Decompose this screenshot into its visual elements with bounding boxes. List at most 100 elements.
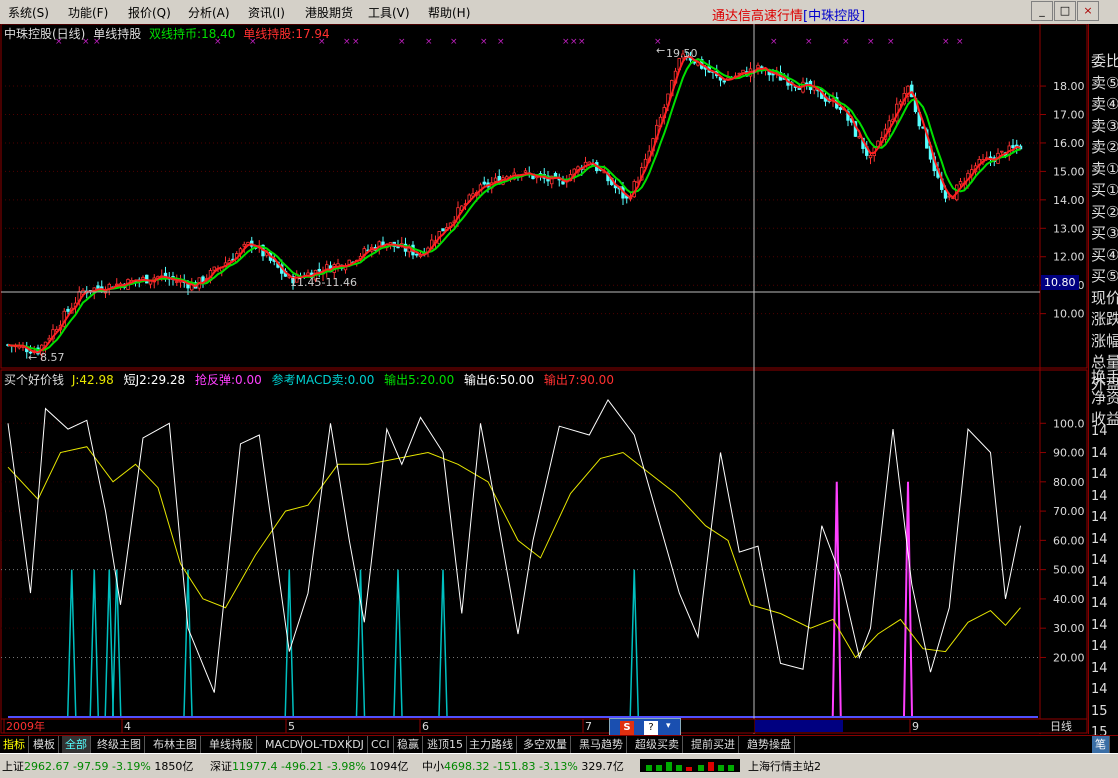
period-label[interactable]: 日线 <box>1050 719 1072 733</box>
indicator-tab[interactable]: CCI <box>368 736 394 753</box>
candle-body <box>415 253 419 256</box>
candle-body <box>66 308 70 312</box>
indicator-tab[interactable]: 多空双量 <box>520 736 571 753</box>
dual-line-series <box>7 58 1021 352</box>
signal-marker: × <box>497 37 505 47</box>
signal-marker: × <box>450 37 458 47</box>
indicator-tab[interactable]: KDJ <box>342 736 368 753</box>
x-axis-label: 4 <box>124 720 131 733</box>
candle-body <box>898 101 903 105</box>
indicator-tab[interactable]: 终级主图 <box>94 736 145 753</box>
signal-marker: × <box>425 37 433 47</box>
signal-marker: × <box>942 37 950 47</box>
signal-marker: × <box>578 37 586 47</box>
indicator-tab[interactable]: 单线持股 <box>206 736 257 753</box>
quote-field: 卖① <box>1091 159 1118 178</box>
x-axis-label: 9 <box>912 720 919 733</box>
indicator-tab[interactable]: 模板 <box>30 736 59 753</box>
quote-field: 买⑤ <box>1091 267 1118 285</box>
cyan-spike <box>89 569 99 717</box>
indicator-tab[interactable]: VOL-TDX <box>294 736 349 753</box>
main-tick-label: 12.00 <box>1053 251 1085 264</box>
candle-body <box>868 155 873 159</box>
main-tick-label: 15.00 <box>1053 165 1085 178</box>
main-chart-header: 中珠控股(日线) 单线持股 双线持币:18.40 单线持股:17.94 <box>4 26 330 41</box>
magenta-spike <box>903 481 913 717</box>
quote-field: 涨跌 <box>1091 310 1118 328</box>
indicator-tab[interactable]: 超级买卖 <box>632 736 683 753</box>
close-button[interactable]: × <box>1077 1 1099 21</box>
signal-marker: × <box>480 37 488 47</box>
chevron-down-icon[interactable]: ▾ <box>666 721 671 731</box>
server-name[interactable]: 上海行情主站2 <box>748 758 821 774</box>
indicator-tab[interactable]: 趋势操盘 <box>744 736 795 753</box>
window-buttons: _ □ × <box>1030 1 1099 21</box>
quote-value: 14 <box>1091 553 1108 568</box>
zx-label: 中小 <box>422 760 444 773</box>
menu-function[interactable]: 功能(F) <box>68 4 108 21</box>
j-line <box>7 398 1021 693</box>
macd-sell-value: 参考MACD卖:0.00 <box>272 372 375 387</box>
indicator-tab[interactable]: 指标 <box>0 736 29 753</box>
chart-svg: 18.0017.0016.0015.0014.0013.0012.0011.00… <box>0 24 1088 734</box>
indicator-tab[interactable]: 主力路线 <box>466 736 517 753</box>
cyan-spike <box>629 569 639 717</box>
sz-amount: 1094亿 <box>369 760 409 773</box>
quote-field: 买③ <box>1091 224 1118 242</box>
indicator-tab[interactable]: 布林主图 <box>150 736 201 753</box>
menu-info[interactable]: 资讯(I) <box>248 4 285 21</box>
main-stock-name: 中珠控股(日线) <box>4 26 85 41</box>
sogou-icon[interactable]: S <box>620 721 634 735</box>
quote-field: 净资 <box>1091 389 1118 407</box>
chart-area[interactable]: 18.0017.0016.0015.0014.0013.0012.0011.00… <box>0 24 1088 734</box>
quote-panel: 委比 卖⑤ 卖④ 卖③ 卖② 卖① 买① 买② 买③ 买④ 买⑤ 现价 涨跌 涨幅 总量 外盘 换手 净资 收益 14… <box>1088 24 1118 740</box>
indicator-tab[interactable]: 黑马趋势 <box>576 736 627 753</box>
single-line-label: 单线持股:17.94 <box>243 26 329 41</box>
sz-change: -496.21 <box>281 760 324 773</box>
j2-value: 短J2:29.28 <box>124 373 186 387</box>
candle-body <box>145 274 149 284</box>
quote-field: 卖④ <box>1091 95 1118 113</box>
cyan-spike <box>67 569 77 717</box>
sub-grid: 100.0 90.00 80.00 70.00 60.00 50.00 40.00 30.00… <box>1 417 1085 664</box>
indicator-tab-bar: 指标 模板 全部 终级主图 布林主图 单线持股 MACD VOL-TDX KDJ CCI 稳赢 逃顶1… <box>0 735 1118 754</box>
signal-marker: × <box>956 37 964 47</box>
signal-marker: × <box>562 37 570 47</box>
signal-marker: × <box>352 37 360 47</box>
quote-value: 14 <box>1091 445 1108 461</box>
indicator-tab[interactable]: 提前买进 <box>688 736 739 753</box>
candle-body <box>1011 145 1015 148</box>
indicator-tab[interactable]: 稳赢 <box>394 736 423 753</box>
help-icon[interactable]: ? <box>644 721 658 735</box>
sub-tick-label: 60.00 <box>1053 534 1085 547</box>
menu-analysis[interactable]: 分析(A) <box>188 4 230 21</box>
minimize-button[interactable]: _ <box>1031 1 1053 21</box>
sub-tick-label: 80.00 <box>1053 476 1085 489</box>
sz-pct: -3.98% <box>326 760 366 773</box>
menu-tools[interactable]: 工具(V) <box>368 4 410 21</box>
j-value: J:42.98 <box>71 373 114 387</box>
main-tick-label: 14.00 <box>1053 194 1085 207</box>
menu-quote[interactable]: 报价(Q) <box>128 4 171 21</box>
sub-tick-label: 30.00 <box>1053 622 1085 635</box>
sh-pct: -3.19% <box>111 760 151 773</box>
menu-system[interactable]: 系统(S) <box>8 4 49 21</box>
sub-chart-frame <box>0 369 1088 720</box>
indicator-tab[interactable]: 全部 <box>62 736 91 753</box>
candle-body <box>797 87 801 90</box>
menu-help[interactable]: 帮助(H) <box>428 4 470 21</box>
quote-value: 15 <box>1091 703 1108 719</box>
app-title: 通达信高速行情[中珠控股] <box>712 5 865 24</box>
menu-hk-futures[interactable]: 港股期货 <box>305 4 353 21</box>
quote-value: 14 <box>1091 660 1108 676</box>
candle-body <box>857 136 861 139</box>
quote-value: 14 <box>1091 424 1108 439</box>
indicator-tab[interactable]: 逃顶15 <box>424 736 467 753</box>
quote-value: 14 <box>1091 682 1108 697</box>
maximize-button[interactable]: □ <box>1054 1 1076 21</box>
sub-tick-label: 100.0 <box>1053 417 1085 430</box>
signal-marker: × <box>867 37 875 47</box>
signal-marker: × <box>842 37 850 47</box>
candle-body <box>1000 150 1004 153</box>
tab-right-pen[interactable]: 笔 <box>1092 736 1110 753</box>
